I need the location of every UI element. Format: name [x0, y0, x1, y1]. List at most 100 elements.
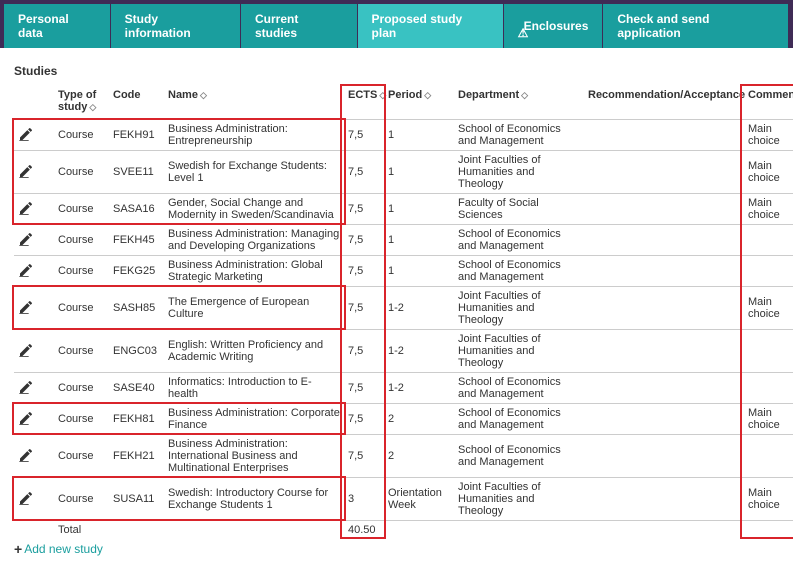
table-row: CourseSUSA11Swedish: Introductory Course…	[14, 478, 793, 521]
cell-dept: School of Economics and Management	[454, 225, 584, 256]
col-period[interactable]: Period◇	[384, 86, 454, 120]
studies-table: Type of study◇ Code Name◇ ECTS◇ Period◇ …	[14, 86, 793, 539]
add-new-study-link[interactable]: + Add new study	[14, 541, 779, 557]
cell-rec	[584, 435, 744, 478]
cell-code: FEKG25	[109, 256, 164, 287]
cell-period: 1	[384, 120, 454, 151]
cell-code: SASH85	[109, 287, 164, 330]
cell-ects: 7,5	[344, 287, 384, 330]
edit-icon[interactable]	[18, 490, 36, 508]
cell-period: 1-2	[384, 287, 454, 330]
col-comm[interactable]: Comment	[744, 86, 793, 120]
tab-current-studies[interactable]: Current studies	[241, 4, 358, 48]
cell-code: FEKH91	[109, 120, 164, 151]
edit-icon[interactable]	[18, 163, 36, 181]
cell-code: ENGC03	[109, 330, 164, 373]
cell-comm	[744, 435, 793, 478]
cell-comm: Main choice	[744, 287, 793, 330]
col-type[interactable]: Type of study◇	[54, 86, 109, 120]
total-ects: 40.50	[344, 521, 384, 540]
cell-ects: 7,5	[344, 404, 384, 435]
cell-type: Course	[54, 330, 109, 373]
table-row: CourseFEKG25Business Administration: Glo…	[14, 256, 793, 287]
cell-ects: 3	[344, 478, 384, 521]
edit-icon[interactable]	[18, 342, 36, 360]
cell-name: Informatics: Introduction to E-health	[164, 373, 344, 404]
cell-dept: School of Economics and Management	[454, 120, 584, 151]
cell-dept: Joint Faculties of Humanities and Theolo…	[454, 151, 584, 194]
cell-rec	[584, 151, 744, 194]
cell-period: 1-2	[384, 373, 454, 404]
cell-dept: School of Economics and Management	[454, 404, 584, 435]
cell-type: Course	[54, 151, 109, 194]
cell-comm: Main choice	[744, 478, 793, 521]
cell-code: SASE40	[109, 373, 164, 404]
tab-enclosures[interactable]: Enclosures	[504, 4, 604, 48]
table-row: CourseENGC03English: Written Proficiency…	[14, 330, 793, 373]
cell-rec	[584, 287, 744, 330]
edit-icon[interactable]	[18, 262, 36, 280]
cell-comm	[744, 373, 793, 404]
edit-icon[interactable]	[18, 410, 36, 428]
col-code[interactable]: Code	[109, 86, 164, 120]
cell-comm	[744, 225, 793, 256]
table-row: CourseSASA16Gender, Social Change and Mo…	[14, 194, 793, 225]
cell-ects: 7,5	[344, 256, 384, 287]
cell-ects: 7,5	[344, 330, 384, 373]
table-row: CourseFEKH81Business Administration: Cor…	[14, 404, 793, 435]
edit-icon[interactable]	[18, 379, 36, 397]
cell-code: SVEE11	[109, 151, 164, 194]
cell-dept: School of Economics and Management	[454, 256, 584, 287]
cell-comm: Main choice	[744, 120, 793, 151]
cell-period: 1	[384, 151, 454, 194]
cell-period: 2	[384, 435, 454, 478]
cell-dept: Joint Faculties of Humanities and Theolo…	[454, 330, 584, 373]
cell-dept: Joint Faculties of Humanities and Theolo…	[454, 478, 584, 521]
edit-icon[interactable]	[18, 200, 36, 218]
cell-code: FEKH45	[109, 225, 164, 256]
cell-ects: 7,5	[344, 435, 384, 478]
cell-type: Course	[54, 287, 109, 330]
cell-dept: School of Economics and Management	[454, 435, 584, 478]
edit-icon[interactable]	[18, 126, 36, 144]
table-row: CourseFEKH21Business Administration: Int…	[14, 435, 793, 478]
cell-rec	[584, 404, 744, 435]
col-dept[interactable]: Department◇	[454, 86, 584, 120]
cell-period: 1	[384, 256, 454, 287]
cell-period: 2	[384, 404, 454, 435]
col-name[interactable]: Name◇	[164, 86, 344, 120]
tab-personal-data[interactable]: Personal data	[4, 4, 111, 48]
col-rec[interactable]: Recommendation/Acceptance	[584, 86, 744, 120]
cell-code: FEKH81	[109, 404, 164, 435]
cell-rec	[584, 194, 744, 225]
tab-check-and-send-application[interactable]: Check and send application	[603, 4, 789, 48]
edit-icon[interactable]	[18, 231, 36, 249]
table-row: CourseFEKH45Business Administration: Man…	[14, 225, 793, 256]
tab-study-information[interactable]: Study information	[111, 4, 241, 48]
cell-period: 1-2	[384, 330, 454, 373]
cell-ects: 7,5	[344, 120, 384, 151]
cell-code: SUSA11	[109, 478, 164, 521]
table-row: CourseSASH85The Emergence of European Cu…	[14, 287, 793, 330]
cell-period: 1	[384, 225, 454, 256]
edit-icon[interactable]	[18, 447, 36, 465]
edit-icon[interactable]	[18, 299, 36, 317]
cell-rec	[584, 330, 744, 373]
cell-type: Course	[54, 435, 109, 478]
cell-rec	[584, 478, 744, 521]
col-ects[interactable]: ECTS◇	[344, 86, 384, 120]
cell-name: English: Written Proficiency and Academi…	[164, 330, 344, 373]
cell-ects: 7,5	[344, 373, 384, 404]
tab-proposed-study-plan[interactable]: Proposed study plan	[358, 4, 504, 48]
section-heading: Studies	[14, 64, 779, 78]
total-label: Total	[54, 521, 344, 540]
cell-type: Course	[54, 225, 109, 256]
cell-rec	[584, 225, 744, 256]
cell-name: Swedish: Introductory Course for Exchang…	[164, 478, 344, 521]
cell-name: The Emergence of European Culture	[164, 287, 344, 330]
cell-period: 1	[384, 194, 454, 225]
cell-ects: 7,5	[344, 151, 384, 194]
cell-name: Business Administration: International B…	[164, 435, 344, 478]
table-row: CourseSASE40Informatics: Introduction to…	[14, 373, 793, 404]
cell-ects: 7,5	[344, 225, 384, 256]
